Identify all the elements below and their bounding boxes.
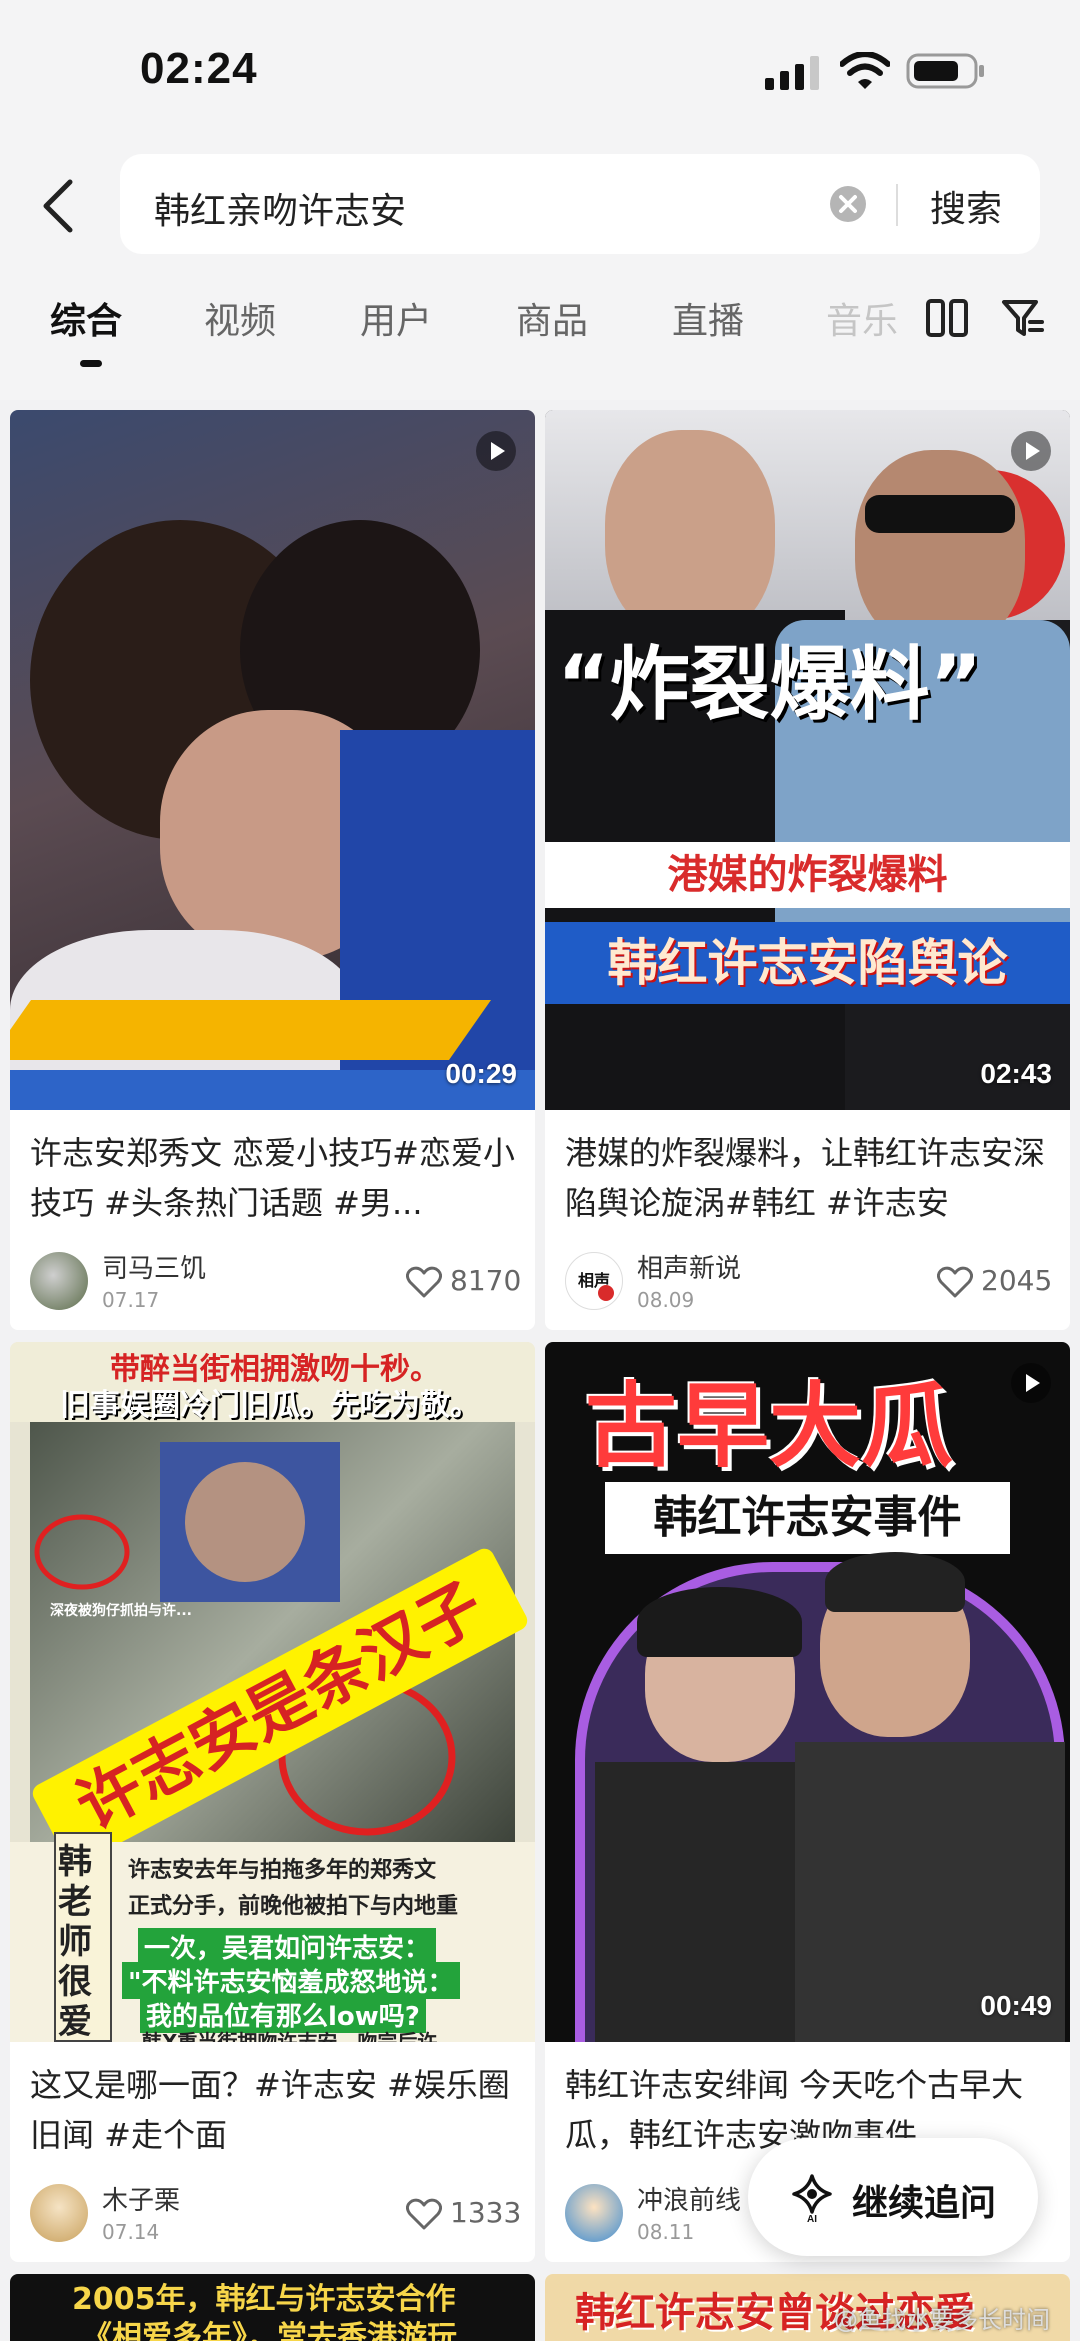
post-date: 08.11	[637, 2220, 695, 2244]
video-thumbnail[interactable]: 2005年，韩红与许志安合作 《相爱多年》，常去香港游玩	[10, 2274, 535, 2341]
thumbnail-caption: 旧事娱圈冷门旧瓜。先吃为敬。	[60, 1388, 480, 1423]
thumbnail-banner: 港媒的炸裂爆料	[545, 842, 1070, 908]
thumbnail-banner: 韩红许志安事件	[605, 1482, 1010, 1554]
thumbnail-paragraph: 韩X重当街拥吻许志安，吻完后许	[142, 2030, 438, 2042]
continue-ask-button[interactable]: AI 继续追问	[748, 2138, 1038, 2256]
status-time: 02:24	[140, 44, 258, 93]
video-card[interactable]: 带醉当街相拥激吻十秒。 旧事娱圈冷门旧瓜。先吃为敬。 深夜被狗仔抓拍与许... …	[10, 1342, 535, 2262]
wifi-icon	[840, 52, 890, 89]
like-count: 1333	[450, 2196, 522, 2229]
thumbnail-banner: 韩红许志安陷舆论	[545, 922, 1070, 1004]
video-thumbnail[interactable]: 00:29	[10, 410, 535, 1110]
ai-sparkle-icon: AI	[792, 2174, 832, 2224]
like-count: 8170	[450, 1264, 522, 1297]
thumbnail-headline: 古早大瓜	[585, 1373, 954, 1480]
battery-icon	[906, 53, 984, 89]
avatar[interactable]: 相声	[565, 1252, 623, 1310]
author-name[interactable]: 冲浪前线	[637, 2180, 741, 2217]
video-thumbnail[interactable]: “炸裂爆料” 港媒的炸裂爆料 韩红许志安陷舆论 02:43	[545, 410, 1070, 1110]
continue-ask-label: 继续追问	[852, 2183, 997, 2224]
tab-comprehensive[interactable]: 综合	[50, 292, 122, 344]
tab-live[interactable]: 直播	[672, 292, 744, 344]
video-thumbnail[interactable]: 带醉当街相拥激吻十秒。 旧事娱圈冷门旧瓜。先吃为敬。 深夜被狗仔抓拍与许... …	[10, 1342, 535, 2042]
status-bar: 02:24	[0, 0, 1080, 140]
video-card[interactable]: 古早大瓜 韩红许志安事件 00:49 韩红许志安绯闻 今天吃个古早大瓜，韩红许志…	[545, 1342, 1070, 2262]
search-query-text: 韩红亲吻许志安	[154, 191, 407, 232]
search-divider	[896, 184, 898, 226]
post-date: 07.14	[102, 2220, 160, 2244]
heart-icon[interactable]	[406, 1266, 442, 1298]
video-card[interactable]: “炸裂爆料” 港媒的炸裂爆料 韩红许志安陷舆论 02:43 港媒的炸裂爆料，让韩…	[545, 410, 1070, 1330]
thumbnail-quote: 一次，吴君如问许志安：	[138, 1928, 437, 1965]
heart-icon[interactable]	[406, 2198, 442, 2230]
search-tabs: 综合 视频 用户 商品 直播 音乐	[0, 270, 1080, 400]
video-card[interactable]: 00:29 许志安郑秀文 恋爱小技巧#恋爱小技巧 #头条热门话题 #男... 司…	[10, 410, 535, 1330]
active-tab-indicator	[80, 360, 102, 367]
filter-icon[interactable]	[1000, 296, 1044, 340]
like-count: 2045	[981, 1264, 1053, 1297]
play-icon	[1011, 1363, 1051, 1403]
avatar[interactable]	[30, 2184, 88, 2242]
video-duration: 00:29	[445, 1058, 517, 1089]
search-header: 韩红亲吻许志安 搜索	[0, 140, 1080, 270]
tab-goods[interactable]: 商品	[516, 292, 588, 344]
avatar[interactable]	[565, 2184, 623, 2242]
tab-video[interactable]: 视频	[204, 292, 276, 344]
tab-users[interactable]: 用户	[360, 292, 432, 344]
watermark: @鱼找水要多长时间	[834, 2306, 1050, 2334]
thumbnail-quote: "不料许志安恼羞成怒地说：	[122, 1962, 460, 1999]
video-title[interactable]: 许志安郑秀文 恋爱小技巧#恋爱小技巧 #头条热门话题 #男...	[30, 1128, 520, 1228]
tab-music[interactable]: 音乐	[826, 292, 906, 344]
layout-toggle-icon[interactable]	[925, 298, 969, 338]
author-name[interactable]: 木子栗	[102, 2180, 180, 2217]
video-card[interactable]: 2005年，韩红与许志安合作 《相爱多年》，常去香港游玩	[10, 2274, 535, 2341]
cellular-signal-icon	[765, 56, 819, 90]
highlight-circle	[34, 1514, 130, 1590]
thumbnail-side-text: 韩老师很爱许	[58, 1842, 92, 2042]
play-icon	[476, 431, 516, 471]
avatar[interactable]	[30, 1252, 88, 1310]
author-name[interactable]: 司马三饥	[102, 1248, 206, 1285]
video-thumbnail[interactable]: 古早大瓜 韩红许志安事件 00:49	[545, 1342, 1070, 2042]
play-icon	[1011, 431, 1051, 471]
video-duration: 02:43	[980, 1058, 1052, 1089]
svg-text:AI: AI	[807, 2214, 817, 2224]
thumbnail-paragraph: 许志安去年与拍拖多年的郑秀文	[128, 1858, 437, 1883]
thumbnail-caption: 《相爱多年》，常去香港游玩	[82, 2320, 457, 2341]
clear-icon[interactable]	[828, 184, 868, 224]
thumbnail-caption: 深夜被狗仔抓拍与许...	[50, 1603, 192, 1619]
thumbnail-headline: “炸裂爆料”	[557, 638, 983, 731]
post-date: 08.09	[637, 1288, 695, 1312]
search-button[interactable]: 搜索	[930, 180, 1002, 232]
thumbnail-paragraph: 正式分手，前晚他被拍下与内地重	[128, 1894, 459, 1919]
video-duration: 00:49	[980, 1990, 1052, 2021]
post-date: 07.17	[102, 1288, 160, 1312]
search-input[interactable]: 韩红亲吻许志安 搜索	[120, 154, 1040, 254]
author-name[interactable]: 相声新说	[637, 1248, 741, 1285]
video-title[interactable]: 港媒的炸裂爆料，让韩红许志安深陷舆论旋涡#韩红 #许志安	[565, 1128, 1055, 1228]
video-title[interactable]: 这又是哪一面？#许志安 #娱乐圈旧闻 #走个面	[30, 2060, 520, 2160]
back-arrow-icon[interactable]	[36, 176, 80, 236]
heart-icon[interactable]	[937, 1266, 973, 1298]
